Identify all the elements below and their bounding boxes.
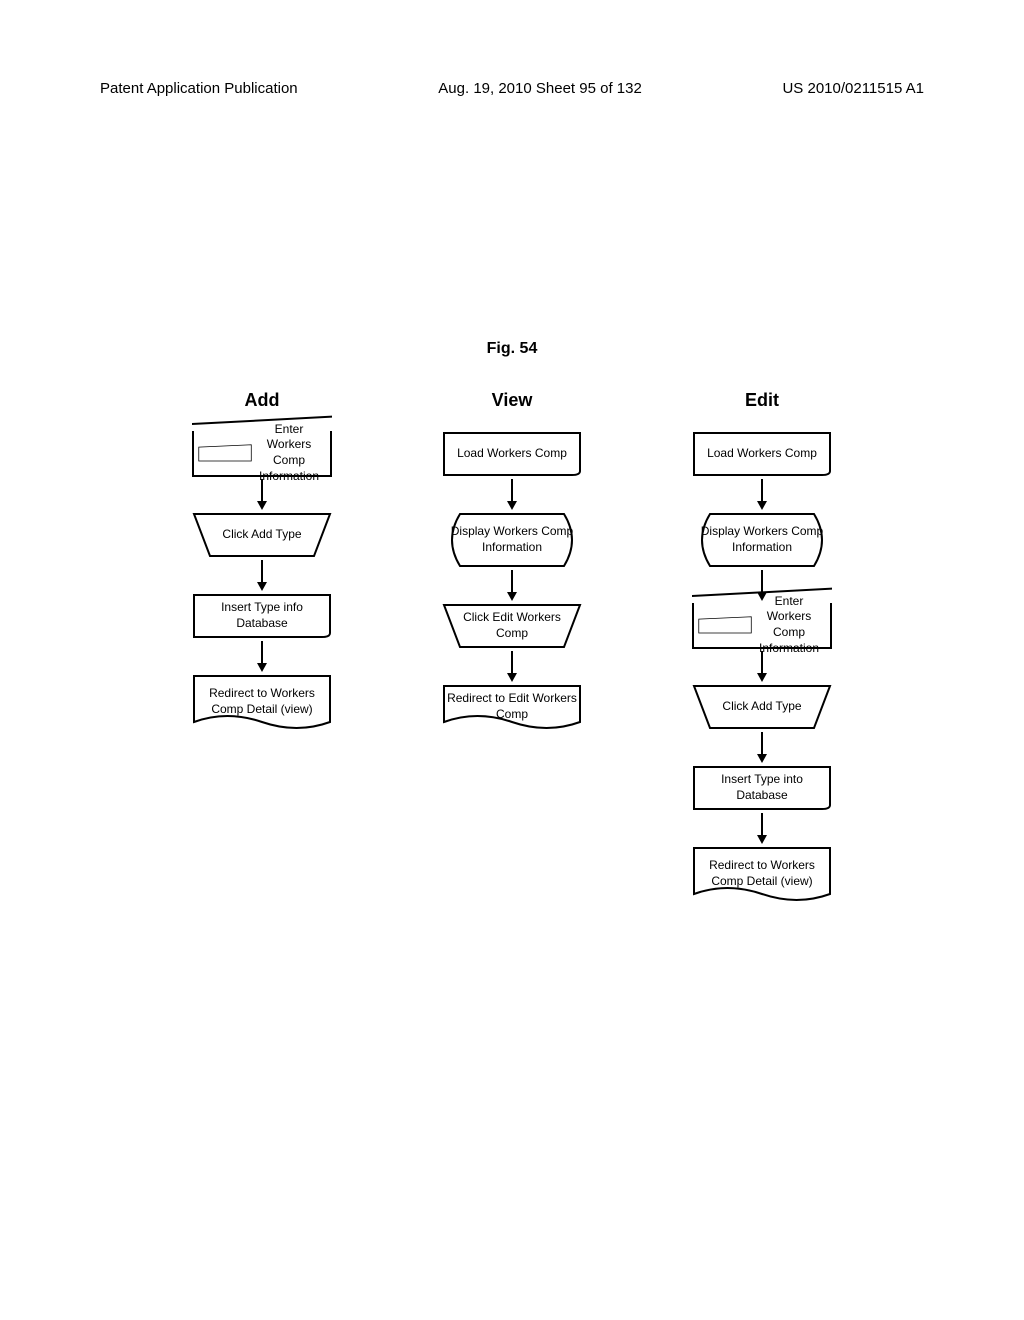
node-text: Load Workers Comp: [457, 446, 567, 462]
flowchart-column-edit: Edit Load Workers Comp Display Workers Com…: [682, 390, 842, 902]
flowchart-node: Enter Workers Comp Information: [192, 431, 332, 477]
node-text: Redirect to Workers Comp Detail (view): [696, 858, 828, 889]
node-text: Display Workers Comp Information: [696, 524, 828, 555]
node-text: Enter Workers Comp Information: [252, 422, 326, 484]
flowchart-node: Click Edit Workers Comp: [442, 603, 582, 649]
arrow-down-icon: [507, 651, 517, 682]
flowchart-node: Display Workers Comp Information: [442, 512, 582, 568]
arrow-down-icon: [757, 479, 767, 510]
node-text: Load Workers Comp: [707, 446, 817, 462]
arrow-down-icon: [507, 479, 517, 510]
column-title: Edit: [745, 390, 779, 411]
flowchart-node: Insert Type info Database: [192, 593, 332, 639]
node-text: Click Add Type: [722, 699, 801, 715]
flowchart-node: Display Workers Comp Information: [692, 512, 832, 568]
flowchart-node: Enter Workers Comp Information: [692, 603, 832, 649]
header-center: Aug. 19, 2010 Sheet 95 of 132: [438, 80, 642, 97]
flowchart-columns: Add Enter Workers Comp Information Click A…: [0, 390, 1024, 902]
arrow-down-icon: [757, 732, 767, 763]
node-text: Click Add Type: [222, 527, 301, 543]
flowchart-node: Insert Type into Database: [692, 765, 832, 811]
flowchart-column-view: View Load Workers Comp Display Workers Com…: [432, 390, 592, 902]
arrow-down-icon: [257, 641, 267, 672]
arrow-down-icon: [757, 813, 767, 844]
header-right: US 2010/0211515 A1: [782, 80, 924, 97]
flowchart-node: Redirect to Workers Comp Detail (view): [192, 674, 332, 730]
node-text: Display Workers Comp Information: [446, 524, 578, 555]
node-text: Click Edit Workers Comp: [446, 610, 578, 641]
figure-title: Fig. 54: [0, 340, 1024, 358]
column-title: Add: [245, 390, 280, 411]
node-text: Insert Type info Database: [196, 600, 328, 631]
arrow-down-icon: [257, 560, 267, 591]
flowchart-node: Load Workers Comp: [442, 431, 582, 477]
flowchart-node: Redirect to Workers Comp Detail (view): [692, 846, 832, 902]
flowchart-node: Redirect to Edit Workers Comp: [442, 684, 582, 730]
header-left: Patent Application Publication: [100, 80, 298, 97]
arrow-down-icon: [507, 570, 517, 601]
flowchart-column-add: Add Enter Workers Comp Information Click A…: [182, 390, 342, 902]
flowchart-node: Click Add Type: [692, 684, 832, 730]
flowchart-node: Click Add Type: [192, 512, 332, 558]
node-text: Redirect to Edit Workers Comp: [446, 691, 578, 722]
node-text: Insert Type into Database: [696, 772, 828, 803]
node-text: Enter Workers Comp Information: [752, 594, 826, 656]
page-header: Patent Application Publication Aug. 19, …: [0, 80, 1024, 97]
flowchart-node: Load Workers Comp: [692, 431, 832, 477]
node-text: Redirect to Workers Comp Detail (view): [196, 686, 328, 717]
column-title: View: [492, 390, 533, 411]
